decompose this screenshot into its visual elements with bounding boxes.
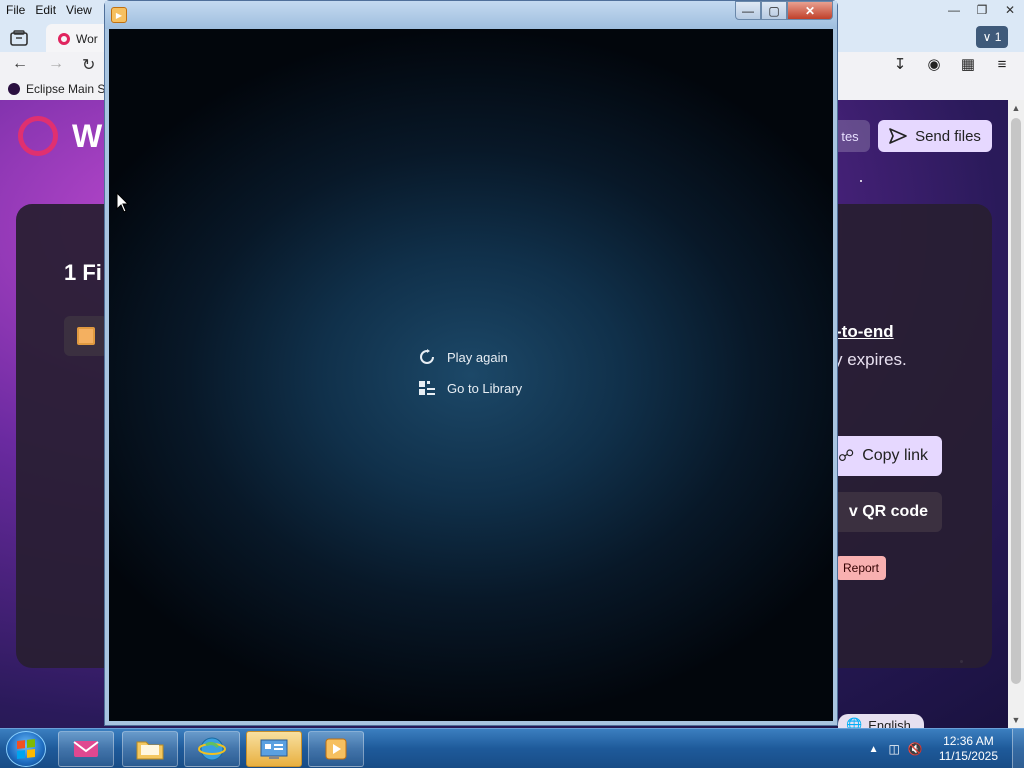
browser-restore-button[interactable]: ❐ <box>968 0 996 20</box>
taskbar-video-player[interactable] <box>308 731 364 767</box>
taskbar-mail-app[interactable] <box>58 731 114 767</box>
player-minimize-button[interactable]: — <box>735 1 761 20</box>
go-to-library-label: Go to Library <box>447 380 523 396</box>
player-maximize-button[interactable]: ▢ <box>761 1 787 20</box>
menu-edit[interactable]: Edit <box>35 3 56 17</box>
tabs-icon <box>10 30 28 46</box>
show-desktop-button[interactable] <box>1012 729 1024 768</box>
browser-minimize-button[interactable]: — <box>940 0 968 20</box>
taskbar-browser[interactable] <box>184 731 240 767</box>
menu-file[interactable]: File <box>6 3 25 17</box>
files-title: 1 Fi <box>64 260 102 285</box>
star-decoration <box>860 180 862 182</box>
browser-window-controls: — ❐ ✕ <box>940 0 1024 20</box>
globe-icon: 🌐 <box>846 717 863 728</box>
library-icon <box>419 380 435 396</box>
scroll-up-icon[interactable]: ▲ <box>1008 100 1024 116</box>
tray-expand-icon[interactable]: ▲ <box>869 744 879 755</box>
video-player-icon <box>325 738 347 760</box>
browser-globe-icon <box>198 737 226 761</box>
tab-count: 1 <box>994 30 1002 44</box>
end-to-end-link[interactable]: -to-end <box>836 322 894 342</box>
site-logo-icon[interactable] <box>18 116 58 156</box>
video-file-icon <box>77 327 95 345</box>
browser-toolbar-icons: ↧ ◉ ▦ ≡ <box>890 54 1012 74</box>
network-icon[interactable]: ◫ <box>889 742 900 756</box>
expiry-text: y expires. <box>834 350 907 369</box>
replay-icon <box>419 349 435 365</box>
site-favicon-icon <box>58 33 70 45</box>
download-icon[interactable]: ↧ <box>890 54 910 74</box>
video-player-window: ▶ — ▢ ✕ Play again Go to Library <box>104 0 838 726</box>
language-label: English <box>868 717 911 729</box>
folder-icon <box>136 741 164 760</box>
browser-close-button[interactable]: ✕ <box>996 0 1024 20</box>
language-selector[interactable]: 🌐 English <box>838 714 924 728</box>
account-icon[interactable]: ◉ <box>924 54 944 74</box>
scroll-down-icon[interactable]: ▼ <box>1008 712 1024 728</box>
volume-muted-icon[interactable]: 🔇 <box>908 742 923 756</box>
tab-title: Wor <box>76 32 98 46</box>
page-scrollbar[interactable]: ▲ ▼ <box>1008 100 1024 728</box>
copy-link-button[interactable]: ☍ Copy link <box>830 436 942 476</box>
copy-link-label: Copy link <box>862 447 928 464</box>
bookmark-item[interactable]: Eclipse Main S <box>26 82 105 96</box>
send-icon <box>889 128 907 144</box>
mouse-cursor-icon <box>116 192 130 213</box>
reload-icon[interactable]: ↻ <box>82 55 95 75</box>
scrollbar-thumb[interactable] <box>1011 118 1021 684</box>
site-brand[interactable]: W <box>72 118 102 155</box>
extensions-icon[interactable]: ▦ <box>958 54 978 74</box>
player-window-controls: — ▢ ✕ <box>735 1 833 20</box>
menu-view[interactable]: View <box>66 3 92 17</box>
qr-code-button[interactable]: v QR code <box>830 492 942 532</box>
clock-time: 12:36 AM <box>943 734 994 748</box>
clock[interactable]: 12:36 AM 11/15/2025 <box>939 734 998 764</box>
tab-count-button[interactable]: ∨ 1 <box>976 26 1008 48</box>
control-panel-icon <box>260 739 288 759</box>
taskbar-explorer[interactable] <box>122 731 178 767</box>
bookmark-favicon-icon <box>8 83 20 95</box>
report-button[interactable]: Report <box>836 556 886 580</box>
send-files-button[interactable]: Send files <box>878 120 992 152</box>
windows-logo-icon <box>17 739 35 759</box>
go-to-library-option[interactable]: Go to Library <box>419 380 522 396</box>
player-app-icon[interactable]: ▶ <box>111 7 127 23</box>
taskbar-control-panel[interactable] <box>246 731 302 767</box>
start-button[interactable] <box>6 731 46 767</box>
send-files-label: Send files <box>915 127 981 145</box>
mail-app-icon <box>73 741 99 757</box>
system-tray: ▲ ◫ 🔇 12:36 AM 11/15/2025 <box>869 729 1024 768</box>
play-again-option[interactable]: Play again <box>419 349 508 365</box>
menu-icon[interactable]: ≡ <box>992 54 1012 74</box>
taskbar: ▲ ◫ 🔇 12:36 AM 11/15/2025 <box>0 728 1024 768</box>
player-titlebar[interactable]: ▶ — ▢ ✕ <box>105 1 837 29</box>
play-again-label: Play again <box>447 349 508 365</box>
forward-arrow-icon[interactable]: → <box>48 55 64 73</box>
file-item[interactable] <box>64 316 108 356</box>
tab-list-button[interactable] <box>6 26 32 50</box>
chevron-down-icon: ∨ <box>982 30 995 44</box>
player-close-button[interactable]: ✕ <box>787 1 833 20</box>
link-icon: ☍ <box>837 448 855 465</box>
clock-date: 11/15/2025 <box>938 749 998 763</box>
back-arrow-icon[interactable]: ← <box>12 55 28 73</box>
video-screen[interactable]: Play again Go to Library <box>109 29 833 721</box>
